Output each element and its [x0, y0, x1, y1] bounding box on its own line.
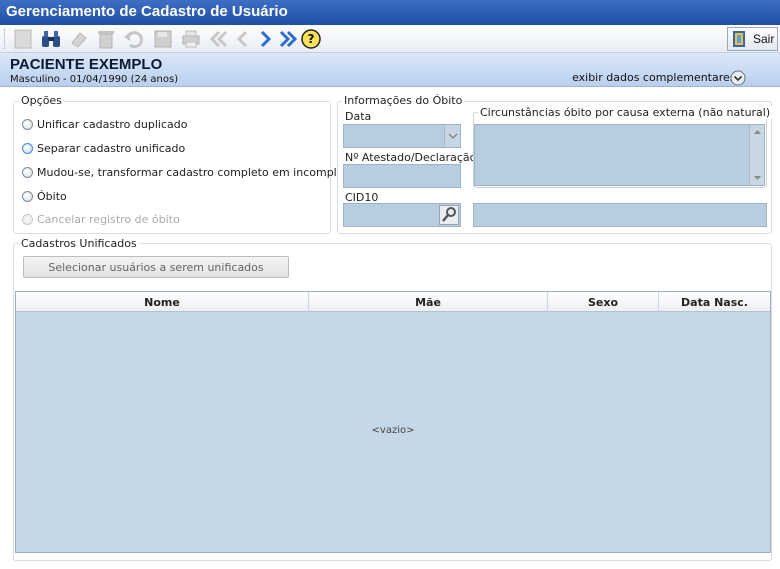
- trash-icon[interactable]: [95, 28, 117, 50]
- date-label: Data: [345, 110, 372, 123]
- option-moved[interactable]: Mudou-se, transformar cadastro completo …: [22, 166, 355, 179]
- option-label: Óbito: [37, 190, 67, 203]
- select-users-label: Selecionar usuários a serem unificados: [48, 260, 264, 274]
- table-header: Nome Mãe Sexo Data Nasc.: [16, 292, 770, 312]
- option-unify[interactable]: Unificar cadastro duplicado: [22, 118, 187, 131]
- next-icon[interactable]: [254, 28, 276, 50]
- empty-table-text: <vazio>: [371, 425, 415, 436]
- patient-info: Masculino - 01/04/1990 (24 anos): [10, 74, 179, 85]
- binoculars-icon[interactable]: [40, 28, 62, 50]
- last-icon[interactable]: [277, 28, 299, 50]
- unified-table[interactable]: Nome Mãe Sexo Data Nasc. <vazio>: [15, 291, 771, 553]
- options-legend: Opções: [19, 94, 64, 107]
- patient-name: PACIENTE EXEMPLO: [10, 56, 163, 73]
- key-search-icon: [442, 207, 456, 222]
- chevron-down-icon[interactable]: [730, 70, 746, 86]
- help-icon[interactable]: ?: [300, 28, 322, 50]
- eraser-icon[interactable]: [68, 28, 90, 50]
- date-dropdown[interactable]: [343, 124, 461, 148]
- column-header-sex[interactable]: Sexo: [548, 292, 659, 312]
- cid-description-field: [473, 203, 767, 227]
- option-label: Mudou-se, transformar cadastro completo …: [37, 166, 355, 179]
- toolbar: ? Sair: [0, 25, 780, 53]
- title-bar: Gerenciamento de Cadastro de Usuário: [0, 0, 780, 25]
- undo-icon[interactable]: [122, 28, 144, 50]
- radio-button: [22, 214, 33, 225]
- radio-button[interactable]: [22, 167, 33, 178]
- exit-button-label: Sair: [753, 32, 775, 46]
- exit-door-icon: [733, 31, 745, 47]
- more-data-link[interactable]: exibir dados complementares...: [572, 71, 746, 84]
- circumstances-textarea[interactable]: [474, 124, 765, 186]
- option-separate[interactable]: Separar cadastro unificado: [22, 142, 185, 155]
- dropdown-arrow-icon[interactable]: [444, 125, 460, 147]
- save-icon[interactable]: [152, 28, 174, 50]
- search-button[interactable]: [439, 205, 459, 225]
- circumstances-label: Circunstâncias óbito por causa externa (…: [478, 106, 773, 119]
- first-icon[interactable]: [208, 28, 230, 50]
- certificate-input[interactable]: [343, 164, 461, 188]
- window-title: Gerenciamento de Cadastro de Usuário: [6, 3, 288, 20]
- svg-text:?: ?: [308, 32, 315, 46]
- option-label: Separar cadastro unificado: [37, 142, 186, 155]
- unified-legend: Cadastros Unificados: [19, 237, 139, 250]
- new-icon[interactable]: [12, 28, 34, 50]
- column-header-name[interactable]: Nome: [16, 292, 309, 312]
- option-cancel-death: Cancelar registro de óbito: [22, 213, 180, 226]
- toolbar-separator: [4, 29, 6, 49]
- scrollbar[interactable]: [749, 125, 764, 185]
- patient-header: PACIENTE EXEMPLO Masculino - 01/04/1990 …: [0, 53, 780, 87]
- certificate-label: Nº Atestado/Declaração: [345, 151, 477, 164]
- radio-button[interactable]: [22, 119, 33, 130]
- option-label: Unificar cadastro duplicado: [37, 118, 188, 131]
- column-header-mother[interactable]: Mãe: [309, 292, 548, 312]
- option-death[interactable]: Óbito: [22, 190, 67, 203]
- exit-button[interactable]: Sair: [727, 27, 778, 51]
- radio-button[interactable]: [22, 143, 33, 154]
- previous-icon[interactable]: [232, 28, 254, 50]
- cid-input[interactable]: [343, 203, 461, 227]
- select-users-button[interactable]: Selecionar usuários a serem unificados: [23, 256, 289, 278]
- column-header-birth-date[interactable]: Data Nasc.: [659, 292, 770, 312]
- option-label: Cancelar registro de óbito: [37, 213, 180, 226]
- death-info-legend: Informações do Óbito: [342, 94, 465, 107]
- print-icon[interactable]: [180, 28, 202, 50]
- radio-button[interactable]: [22, 191, 33, 202]
